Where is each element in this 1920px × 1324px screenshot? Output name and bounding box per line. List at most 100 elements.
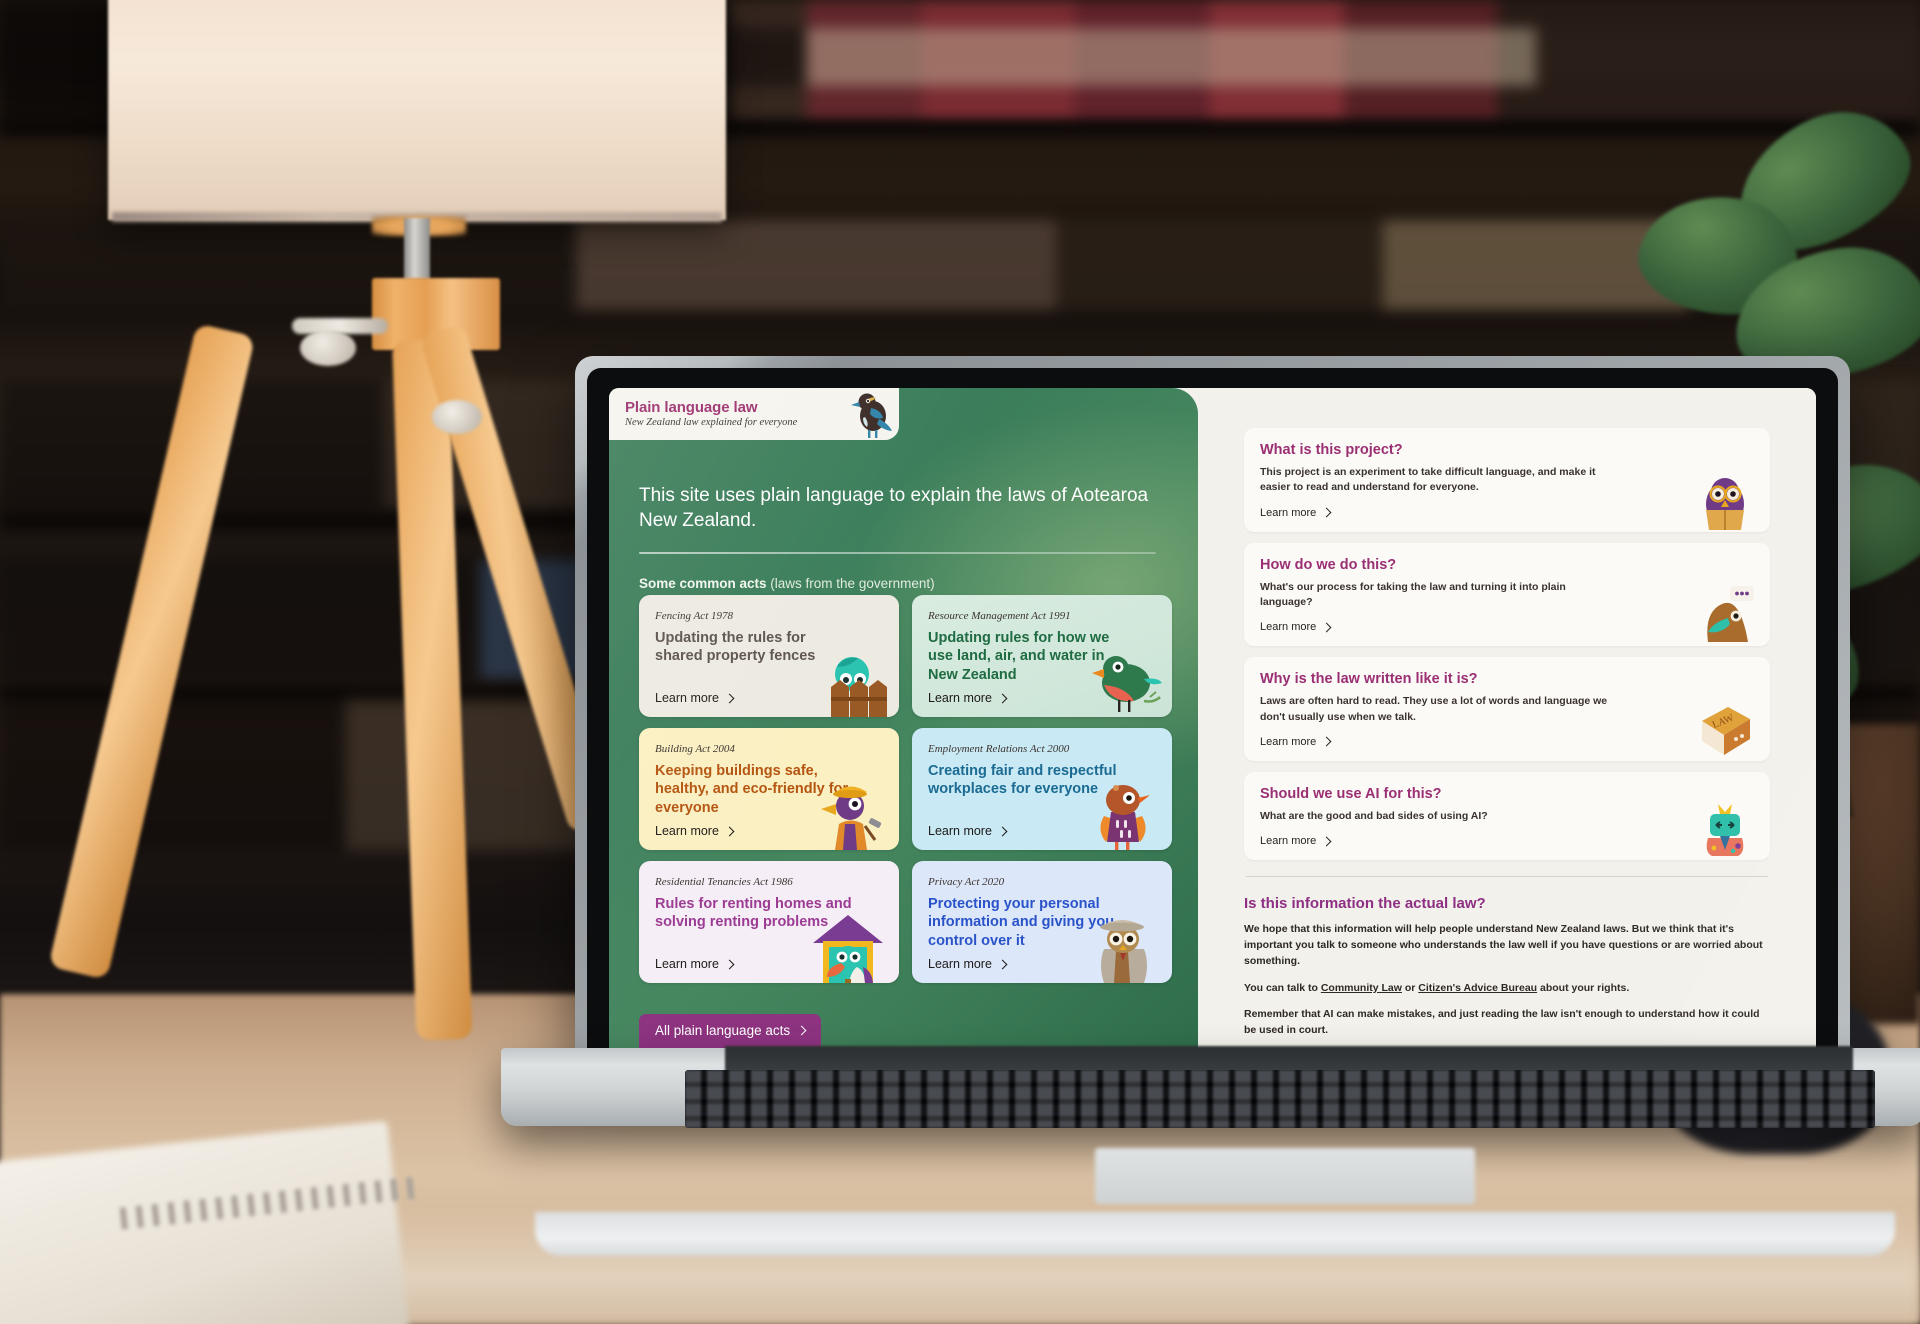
act-name: Privacy Act 2020 bbox=[928, 876, 1005, 888]
sidebar-divider bbox=[1246, 876, 1768, 878]
learn-more-label: Learn more bbox=[928, 691, 992, 705]
robot-bird-icon bbox=[1706, 804, 1744, 857]
actual-law-heading: Is this information the actual law? bbox=[1244, 895, 1486, 913]
hero-green-panel: Plain language law New Zealand law expla… bbox=[609, 388, 1198, 1056]
learn-more-label: Learn more bbox=[1260, 735, 1317, 748]
p2-after: about your rights. bbox=[1537, 981, 1630, 994]
chevron-right-icon bbox=[997, 826, 1008, 836]
act-card-resource-management[interactable]: Resource Management Act 1991 Updating ru… bbox=[912, 595, 1172, 717]
bird-in-birdhouse-icon bbox=[813, 915, 883, 983]
site-logo-text: Plain language law New Zealand law expla… bbox=[625, 398, 849, 429]
book-row-middle bbox=[0, 220, 1920, 310]
info-card-should-we-use-ai-for-this[interactable]: Should we use AI for this? What are the … bbox=[1244, 771, 1770, 861]
card-row: Fencing Act 1978 Updating the rules for … bbox=[639, 595, 1172, 717]
p2-before: You can talk to bbox=[1244, 981, 1321, 994]
lamp-knob-left bbox=[300, 330, 356, 366]
info-card-title: Why is the law written like it is? bbox=[1260, 671, 1478, 688]
laptop-screen: Plain language law New Zealand law expla… bbox=[609, 388, 1816, 1056]
learn-more-label: Learn more bbox=[928, 824, 992, 838]
screen-bezel: Plain language law New Zealand law expla… bbox=[587, 368, 1838, 1056]
card-row: Residential Tenancies Act 1986 Rules for… bbox=[639, 861, 1172, 983]
detective-owl-icon bbox=[1100, 920, 1147, 983]
learn-more-label: Learn more bbox=[1260, 506, 1317, 519]
hero-divider bbox=[639, 551, 1156, 554]
p2-mid: or bbox=[1401, 981, 1419, 994]
common-acts-label-bold: Some common acts bbox=[639, 575, 767, 591]
chevron-right-icon bbox=[1321, 737, 1332, 747]
chevron-right-icon bbox=[997, 693, 1008, 703]
act-card-fencing[interactable]: Fencing Act 1978 Updating the rules for … bbox=[639, 595, 899, 717]
laptop-base-lip bbox=[535, 1212, 1895, 1256]
chevron-right-icon bbox=[1321, 622, 1332, 633]
hero-block: This site uses plain language to explain… bbox=[639, 483, 1156, 591]
info-card-title: How do we do this? bbox=[1260, 556, 1397, 573]
act-name: Building Act 2004 bbox=[655, 743, 735, 755]
act-card-building[interactable]: Building Act 2004 Keeping buildings safe… bbox=[639, 728, 899, 850]
act-card-privacy[interactable]: Privacy Act 2020 Protecting your persona… bbox=[912, 861, 1172, 983]
bird-behind-fence-icon bbox=[831, 657, 887, 717]
learn-more-label: Learn more bbox=[1260, 621, 1317, 634]
all-plain-language-acts-button[interactable]: All plain language acts bbox=[639, 1014, 822, 1048]
citizens-advice-bureau-link[interactable]: Citizen's Advice Bureau bbox=[1418, 982, 1537, 994]
laptop-lid: Plain language law New Zealand law expla… bbox=[575, 356, 1850, 1056]
info-card-title: What is this project? bbox=[1260, 442, 1403, 458]
learn-more-label: Learn more bbox=[655, 957, 719, 971]
chevron-right-icon bbox=[1321, 836, 1332, 847]
card-row: Building Act 2004 Keeping buildings safe… bbox=[639, 728, 1172, 850]
chevron-right-icon bbox=[724, 826, 735, 836]
desk-photo-scene: Plain language law New Zealand law expla… bbox=[0, 0, 1920, 1324]
act-card-residential-tenancies[interactable]: Residential Tenancies Act 1986 Rules for… bbox=[639, 861, 899, 983]
chevron-right-icon bbox=[724, 959, 735, 969]
info-card-why-is-the-law-written-like-it-is[interactable]: Why is the law written like it is? Laws … bbox=[1244, 657, 1770, 761]
learn-more-link[interactable]: Learn more bbox=[1260, 507, 1754, 519]
all-acts-label: All plain language acts bbox=[655, 1023, 791, 1038]
info-sidebar: What is this project? This project is an… bbox=[1198, 388, 1816, 1056]
chevron-right-icon bbox=[997, 959, 1008, 969]
tui-bird-icon bbox=[851, 393, 892, 438]
actual-law-paragraph-1: We hope that this information will help … bbox=[1244, 923, 1763, 967]
laptop-keyboard[interactable] bbox=[685, 1070, 1875, 1128]
community-law-link[interactable]: Community Law bbox=[1321, 982, 1402, 994]
acts-card-grid: Fencing Act 1978 Updating the rules for … bbox=[639, 595, 1172, 983]
act-name: Fencing Act 1978 bbox=[655, 610, 733, 622]
site-title: Plain language law bbox=[625, 398, 758, 416]
act-name: Residential Tenancies Act 1986 bbox=[655, 876, 793, 888]
info-card-title: Should we use AI for this? bbox=[1260, 785, 1442, 802]
actual-law-paragraph-2: You can talk to Community Law or Citizen… bbox=[1244, 981, 1770, 997]
learn-more-label: Learn more bbox=[655, 824, 719, 838]
info-card-body: Laws are often hard to read. They use a … bbox=[1260, 695, 1608, 723]
learn-more-link[interactable]: Learn more bbox=[1260, 835, 1754, 847]
lamp-knob-right bbox=[432, 400, 482, 434]
common-acts-label-rest: (laws from the government) bbox=[766, 575, 935, 591]
info-card-how-do-we-do-this[interactable]: How do we do this? What's our process fo… bbox=[1244, 542, 1770, 647]
laptop-hinge bbox=[725, 1046, 1853, 1072]
chevron-right-icon bbox=[796, 1025, 807, 1036]
learn-more-label: Learn more bbox=[928, 957, 992, 971]
builder-bird-hardhat-icon bbox=[821, 786, 882, 850]
hero-heading: This site uses plain language to explain… bbox=[639, 485, 1149, 532]
chevron-right-icon bbox=[724, 693, 735, 703]
act-card-employment[interactable]: Employment Relations Act 2000 Creating f… bbox=[912, 728, 1172, 850]
actual-law-paragraph-3: Remember that AI can make mistakes, and … bbox=[1244, 1008, 1760, 1037]
learn-more-label: Learn more bbox=[1260, 835, 1317, 848]
lamp-neck bbox=[404, 218, 430, 280]
laptop-trackpad[interactable] bbox=[1095, 1148, 1475, 1204]
info-card-body: What's our process for taking the law an… bbox=[1260, 580, 1566, 608]
webpage: Plain language law New Zealand law expla… bbox=[609, 388, 1816, 1056]
learn-more-link[interactable]: Learn more bbox=[1260, 736, 1754, 748]
info-card-what-is-this-project[interactable]: What is this project? This project is an… bbox=[1244, 428, 1770, 532]
purple-bird-reading-book-icon bbox=[1706, 477, 1744, 530]
site-logo[interactable]: Plain language law New Zealand law expla… bbox=[609, 388, 899, 440]
common-acts-label: Some common acts (laws from the governme… bbox=[639, 576, 1156, 591]
info-card-body: This project is an experiment to take di… bbox=[1260, 466, 1596, 494]
laptop: Plain language law New Zealand law expla… bbox=[501, 356, 1920, 1256]
learn-more-link[interactable]: Learn more bbox=[1260, 621, 1754, 633]
green-bird-on-branch-icon bbox=[1092, 656, 1162, 712]
kiwi-bird-speech-dots-icon bbox=[1707, 586, 1754, 643]
law-book-icon: LAW bbox=[1702, 706, 1750, 755]
site-tagline: New Zealand law explained for everyone bbox=[625, 417, 798, 429]
info-card-body: What are the good and bad sides of using… bbox=[1260, 809, 1488, 822]
orange-bird-worker-icon bbox=[1100, 785, 1150, 850]
act-name: Employment Relations Act 2000 bbox=[928, 743, 1070, 755]
chevron-right-icon bbox=[1321, 507, 1332, 518]
